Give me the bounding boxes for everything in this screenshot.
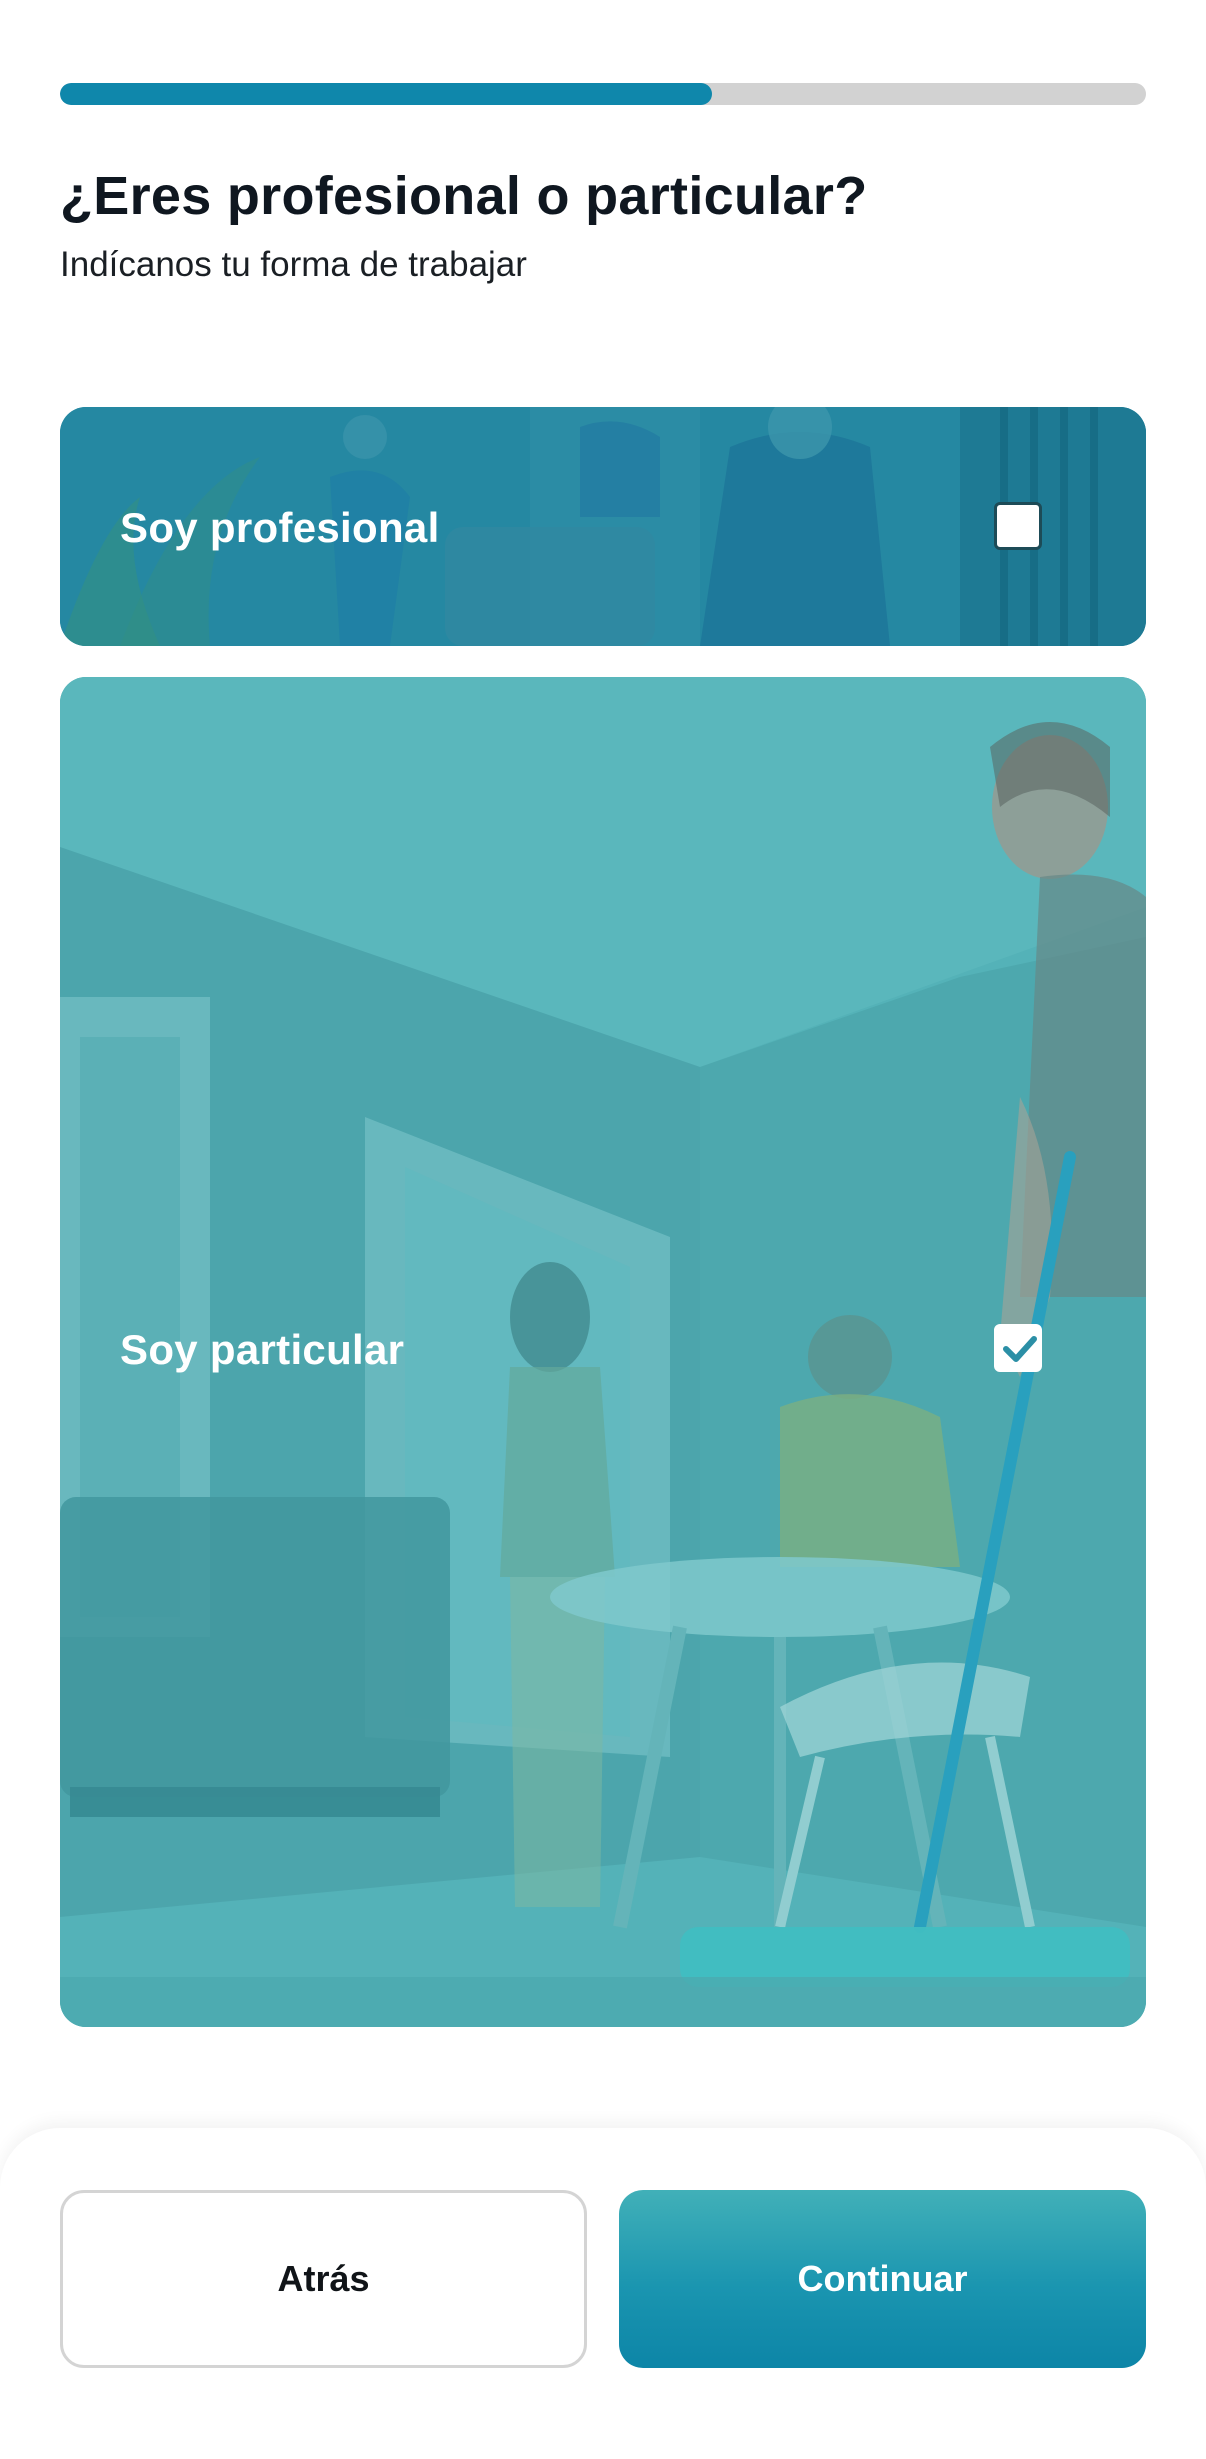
continue-button[interactable]: Continuar [619, 2190, 1146, 2368]
progress-bar [60, 83, 1146, 105]
checkmark-icon [1003, 1336, 1037, 1362]
option-label-profesional: Soy profesional [120, 504, 440, 551]
footer-bar: Atrás Continuar [0, 2128, 1206, 2459]
checkbox-particular[interactable] [994, 1324, 1042, 1372]
onboarding-screen: ¿Eres profesional o particular? Indícano… [0, 0, 1206, 2459]
progress-fill [60, 83, 712, 105]
option-label-particular: Soy particular [120, 1326, 405, 1373]
option-card-particular[interactable]: Soy particular [60, 677, 1146, 2027]
back-button[interactable]: Atrás [60, 2190, 587, 2368]
page-subtitle: Indícanos tu forma de trabajar [60, 245, 527, 284]
checkbox-profesional[interactable] [994, 502, 1042, 550]
page-title: ¿Eres profesional o particular? [60, 166, 868, 226]
option-card-profesional[interactable]: Soy profesional [60, 407, 1146, 646]
